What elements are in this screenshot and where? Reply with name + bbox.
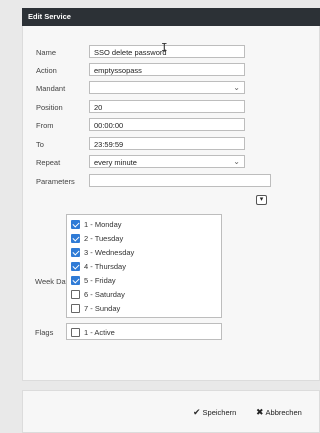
week-day-label: 5 - Friday	[84, 276, 116, 285]
to-label: To	[36, 140, 44, 149]
flag-item[interactable]: 1 - Active	[71, 327, 211, 341]
action-label: Action	[36, 66, 57, 75]
checkbox-unchecked-icon[interactable]	[71, 304, 80, 313]
from-input[interactable]: 00:00:00	[89, 118, 245, 131]
mandant-label: Mandant	[36, 84, 66, 93]
checkbox-checked-icon[interactable]	[71, 234, 80, 243]
repeat-value: every minute	[94, 158, 137, 167]
dialog-title: Edit Service	[22, 8, 320, 26]
text-cursor-icon: I	[161, 41, 168, 54]
parameters-input[interactable]	[89, 174, 271, 187]
parameters-row: Parameters	[23, 174, 319, 188]
week-day-label: 2 - Tuesday	[84, 234, 124, 243]
flags-list: 1 - Active	[66, 323, 222, 340]
cancel-button[interactable]: ✖ Abbrechen	[256, 407, 302, 419]
week-day-label: 6 - Saturday	[84, 290, 125, 299]
chevron-down-icon: ⌄	[233, 157, 240, 166]
week-day-item[interactable]: 6 - Saturday	[71, 289, 211, 303]
week-day-label: 1 - Monday	[84, 220, 122, 229]
repeat-label: Repeat	[36, 158, 61, 167]
expand-icon[interactable]: ▾	[256, 195, 267, 205]
dialog-footer: ✔ Speichern ✖ Abbrechen	[22, 390, 320, 433]
cancel-label: Abbrechen	[265, 408, 302, 417]
week-day-item[interactable]: 5 - Friday	[71, 275, 211, 289]
week-day-item[interactable]: 1 - Monday	[71, 219, 211, 233]
to-row: To 23:59:59	[23, 137, 319, 151]
flags-label: Flags	[35, 328, 54, 337]
checkbox-checked-icon[interactable]	[71, 276, 80, 285]
checkbox-unchecked-icon[interactable]	[71, 290, 80, 299]
week-day-item[interactable]: 4 - Thursday	[71, 261, 211, 275]
name-row: Name SSO delete password	[23, 45, 319, 59]
week-day-item[interactable]: 3 - Wednesday	[71, 247, 211, 261]
checkmark-icon: ✔	[193, 407, 201, 417]
checkbox-unchecked-icon[interactable]	[71, 328, 80, 337]
checkbox-checked-icon[interactable]	[71, 262, 80, 271]
position-input[interactable]: 20	[89, 100, 245, 113]
week-day-label: 7 - Sunday	[84, 304, 121, 313]
repeat-select[interactable]: every minute ⌄	[89, 155, 245, 168]
save-label: Speichern	[202, 408, 237, 417]
week-day-item[interactable]: 7 - Sunday	[71, 303, 211, 317]
to-input[interactable]: 23:59:59	[89, 137, 245, 150]
mandant-row: Mandant ⌄	[23, 81, 319, 95]
chevron-down-icon: ⌄	[233, 83, 240, 92]
flag-label: 1 - Active	[84, 328, 115, 337]
position-row: Position 20	[23, 100, 319, 114]
week-day-label: 4 - Thursday	[84, 262, 126, 271]
from-row: From 00:00:00	[23, 118, 319, 132]
save-button[interactable]: ✔ Speichern	[193, 407, 236, 419]
action-input[interactable]: emptyssopass	[89, 63, 245, 76]
repeat-row: Repeat every minute ⌄	[23, 155, 319, 169]
from-label: From	[36, 121, 54, 130]
close-icon: ✖	[256, 407, 264, 417]
week-day-item[interactable]: 2 - Tuesday	[71, 233, 211, 247]
action-row: Action emptyssopass	[23, 63, 319, 77]
position-label: Position	[36, 103, 63, 112]
name-label: Name	[36, 48, 57, 57]
checkbox-checked-icon[interactable]	[71, 248, 80, 257]
week-days-list: 1 - Monday 2 - Tuesday 3 - Wednesday 4 -…	[66, 214, 222, 318]
parameters-label: Parameters	[36, 177, 75, 186]
week-day-label: 3 - Wednesday	[84, 248, 135, 257]
checkbox-checked-icon[interactable]	[71, 220, 80, 229]
mandant-select[interactable]: ⌄	[89, 81, 245, 94]
